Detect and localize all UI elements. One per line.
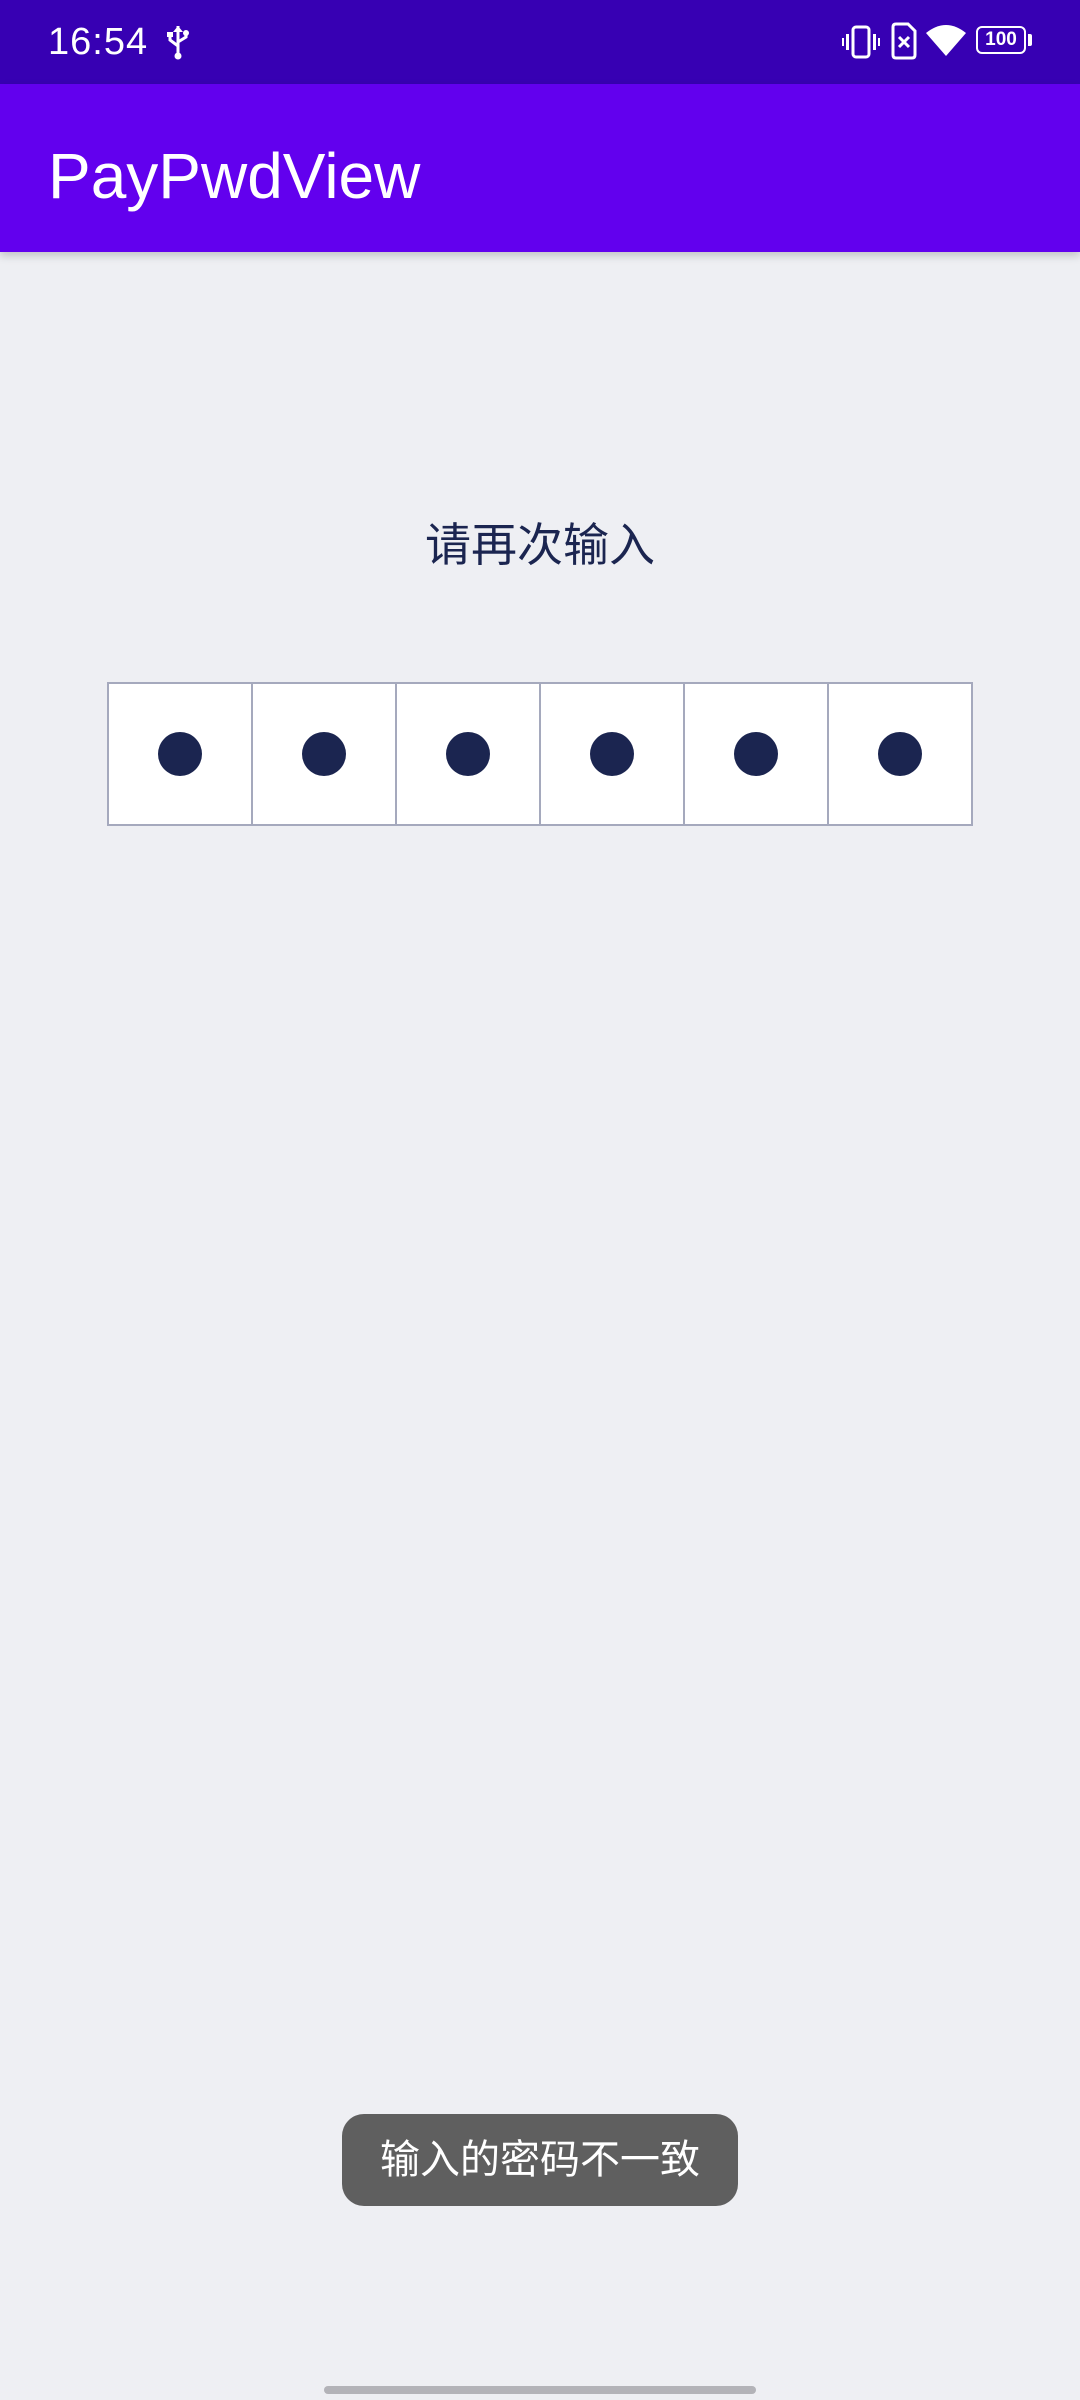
- app-title: PayPwdView: [48, 140, 421, 212]
- wifi-icon: [926, 25, 966, 56]
- usb-icon: [167, 26, 189, 60]
- password-cell: [829, 684, 971, 824]
- status-time: 16:54: [48, 21, 149, 63]
- password-dot: [878, 732, 922, 776]
- password-prompt: 请再次输入: [425, 518, 655, 572]
- vibrate-icon: [842, 25, 880, 59]
- status-bar: 16:54 100: [0, 0, 1080, 84]
- app-bar: PayPwdView: [0, 84, 1080, 252]
- password-dot: [446, 732, 490, 776]
- password-cell: [685, 684, 829, 824]
- password-cell: [253, 684, 397, 824]
- password-cell: [541, 684, 685, 824]
- battery-tip: [1028, 34, 1032, 46]
- password-input[interactable]: [107, 682, 973, 826]
- password-dot: [302, 732, 346, 776]
- no-sim-icon: [891, 22, 917, 60]
- password-cell: [397, 684, 541, 824]
- toast-message: 输入的密码不一致: [342, 2114, 738, 2206]
- screen: 16:54 100 PayPwdView 请再次输入 输入的密码不一致: [0, 0, 1080, 2400]
- battery-icon: 100: [976, 26, 1032, 56]
- gesture-navigation-bar[interactable]: [324, 2386, 756, 2394]
- password-dot: [590, 732, 634, 776]
- battery-level: 100: [985, 29, 1017, 50]
- password-dot: [158, 732, 202, 776]
- password-cell: [109, 684, 253, 824]
- password-dot: [734, 732, 778, 776]
